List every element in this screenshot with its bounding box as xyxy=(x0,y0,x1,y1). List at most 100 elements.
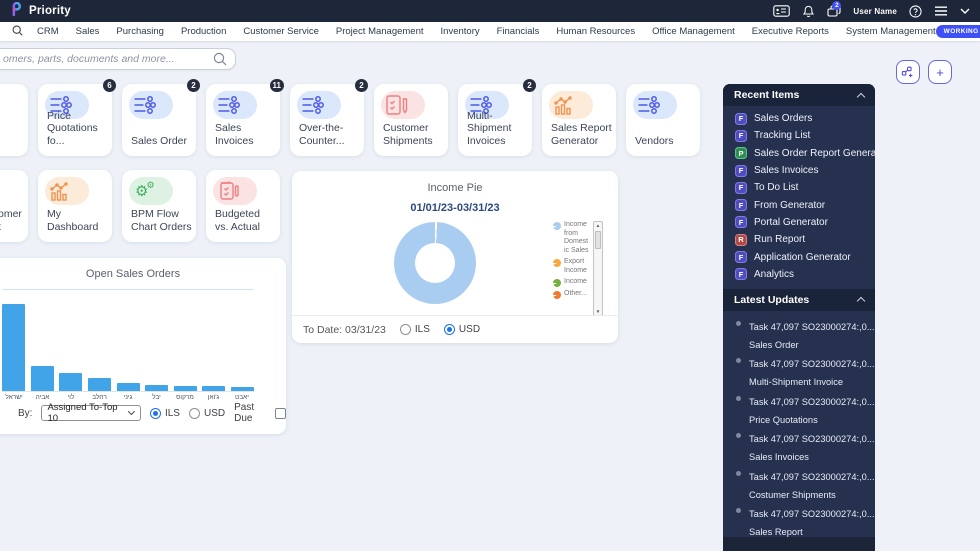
card-icon[interactable] xyxy=(773,5,790,17)
past-due-control[interactable]: Past Due xyxy=(234,402,286,424)
sales-radio-usd[interactable]: USD xyxy=(189,408,225,419)
legend-item[interactable]: Income xyxy=(553,278,589,287)
tile-price-quotations[interactable]: 6 Price Quotations fo... xyxy=(38,84,112,156)
scroll-up-icon[interactable]: ▲ xyxy=(594,223,602,228)
sales-bar-chart[interactable] xyxy=(2,289,254,392)
tile-my-dashboard[interactable]: My Dashboard xyxy=(38,170,112,242)
tile-customer-shipments[interactable]: Customer Shipments xyxy=(374,84,448,156)
nav-search-icon[interactable] xyxy=(12,23,23,41)
help-icon[interactable] xyxy=(909,5,922,18)
nav-item-production[interactable]: Production xyxy=(181,26,226,37)
nav-item-executive-reports[interactable]: Executive Reports xyxy=(752,26,829,37)
tile-partial-left-2[interactable]: omer t xyxy=(0,170,28,242)
scrollbar-thumb[interactable] xyxy=(595,231,601,249)
update-item[interactable]: Task 47,097 SO23000274:,0...3Sales Invoi… xyxy=(723,429,875,466)
bar[interactable] xyxy=(231,387,254,391)
bar-chart-x-labels: ישראל אביה לוי רחלב גיני יבל מרקוס ג'ואן… xyxy=(2,394,254,401)
bar-chart-icon xyxy=(549,91,593,119)
tile-label: Sales Report Generator xyxy=(551,122,612,147)
by-label: By: xyxy=(18,408,32,419)
sales-radio-ils[interactable]: ILS xyxy=(150,408,180,419)
bar[interactable] xyxy=(2,304,25,391)
chevron-down-icon xyxy=(128,408,135,415)
nav-item-system-management[interactable]: System Management xyxy=(846,26,936,37)
bar[interactable] xyxy=(88,378,111,391)
priority-logo[interactable]: Priority xyxy=(10,2,71,21)
nav-item-crm[interactable]: CRM xyxy=(37,26,59,37)
income-donut-chart[interactable] xyxy=(394,222,476,304)
legend-item[interactable]: Export Income xyxy=(553,258,589,275)
bar[interactable] xyxy=(174,386,197,391)
count-badge: 6 xyxy=(103,79,116,92)
recent-item-run-report[interactable]: R Run Report xyxy=(723,231,875,248)
bell-icon[interactable] xyxy=(802,5,815,18)
income-radio-ils[interactable]: ILS xyxy=(400,324,430,335)
nav-item-sales[interactable]: Sales xyxy=(76,26,100,37)
recent-item-from-generator[interactable]: F From Generator xyxy=(723,196,875,213)
add-widget-button[interactable] xyxy=(896,60,920,84)
update-item[interactable]: Task 47,097 SO23000274:,0...3Sales Repor… xyxy=(723,504,875,541)
list-icon xyxy=(129,91,173,119)
recent-item-portal-generator[interactable]: F Portal Generator xyxy=(723,214,875,231)
update-item[interactable]: Task 47,097 SO23000274:,0...3Price Quota… xyxy=(723,392,875,429)
nav-item-purchasing[interactable]: Purchasing xyxy=(116,26,164,37)
income-radio-usd[interactable]: USD xyxy=(444,324,480,335)
bar[interactable] xyxy=(145,385,168,391)
user-name[interactable]: User Name xyxy=(853,7,897,16)
chat-icon[interactable]: 2 xyxy=(827,5,841,18)
radio-ils-circle[interactable] xyxy=(400,324,411,335)
bar[interactable] xyxy=(202,386,225,391)
nav-item-human-resources[interactable]: Human Resources xyxy=(556,26,635,37)
bar[interactable] xyxy=(59,373,82,391)
recent-item-sales-orders[interactable]: F Sales Orders xyxy=(723,110,875,127)
legend-item[interactable]: Other... xyxy=(553,290,589,299)
count-badge: 2 xyxy=(523,79,536,92)
recent-item-application-generator[interactable]: F Application Generator xyxy=(723,248,875,265)
add-button[interactable]: + xyxy=(928,60,952,84)
recent-item-sales-invoices[interactable]: F Sales Invoices xyxy=(723,162,875,179)
tile-label: BPM Flow Chart Orders xyxy=(131,208,192,233)
nav-item-office-management[interactable]: Office Management xyxy=(652,26,735,37)
recent-item-analytics[interactable]: F Analytics xyxy=(723,266,875,283)
chevron-down-icon[interactable] xyxy=(960,8,970,14)
recent-item-tracking-list[interactable]: F Tracking List xyxy=(723,127,875,144)
tile-budgeted-vs-actual[interactable]: Budgeted vs. Actual xyxy=(206,170,280,242)
tile-vendors[interactable]: Vendors xyxy=(626,84,700,156)
scroll-down-icon[interactable]: ▼ xyxy=(594,309,602,314)
bullet-icon xyxy=(736,321,741,326)
past-due-checkbox[interactable] xyxy=(275,408,286,419)
tile-label: My Dashboard xyxy=(47,208,108,233)
update-item[interactable]: Task 47,097 SO23000274:,0...3Costumer Sh… xyxy=(723,467,875,504)
recent-item-sales-order-report-generator[interactable]: P Sales Order Report Generator xyxy=(723,145,875,162)
update-item[interactable]: Task 47,097 SO23000274:,0...3Sales Order xyxy=(723,317,875,354)
radio-ils-circle[interactable] xyxy=(150,408,161,419)
search-input[interactable] xyxy=(0,48,236,70)
recent-item-to-do-list[interactable]: F To Do List xyxy=(723,179,875,196)
pie-swatch-icon xyxy=(553,279,561,287)
tile-label: Vendors xyxy=(635,135,696,148)
tile-sales-invoices[interactable]: 11 Sales Invoices xyxy=(206,84,280,156)
assigned-to-dropdown[interactable]: Assigned To-Top 10 xyxy=(41,405,141,421)
tile-multi-shipment-invoices[interactable]: 2 Multi-Shipment Invoices xyxy=(458,84,532,156)
working-company-button[interactable]: WORKING COMPANY xyxy=(936,25,980,38)
legend-scrollbar[interactable]: ▲ ▼ xyxy=(593,221,603,316)
latest-updates-header[interactable]: Latest Updates xyxy=(723,289,875,311)
nav-item-financials[interactable]: Financials xyxy=(497,26,540,37)
search-icon[interactable] xyxy=(213,52,227,71)
bar[interactable] xyxy=(117,383,140,391)
tile-bpm-flow-chart-orders[interactable]: ⚙ ⚙ BPM Flow Chart Orders xyxy=(122,170,196,242)
bar[interactable] xyxy=(31,366,54,391)
nav-item-project-management[interactable]: Project Management xyxy=(336,26,424,37)
radio-usd-circle[interactable] xyxy=(444,324,455,335)
menu-icon[interactable] xyxy=(934,6,948,16)
nav-item-customer-service[interactable]: Customer Service xyxy=(243,26,319,37)
update-item[interactable]: Task 47,097 SO23000274:,0...3Multi-Shipm… xyxy=(723,354,875,391)
tile-partial-left[interactable] xyxy=(0,84,28,156)
tile-sales-report-generator[interactable]: Sales Report Generator xyxy=(542,84,616,156)
tile-over-the-counter[interactable]: 2 Over-the-Counter... xyxy=(290,84,364,156)
recent-items-header[interactable]: Recent Items xyxy=(723,84,875,106)
radio-usd-circle[interactable] xyxy=(189,408,200,419)
legend-item[interactable]: Income from Domestic Sales xyxy=(553,221,589,255)
nav-item-inventory[interactable]: Inventory xyxy=(441,26,480,37)
tile-sales-order[interactable]: 2 Sales Order xyxy=(122,84,196,156)
